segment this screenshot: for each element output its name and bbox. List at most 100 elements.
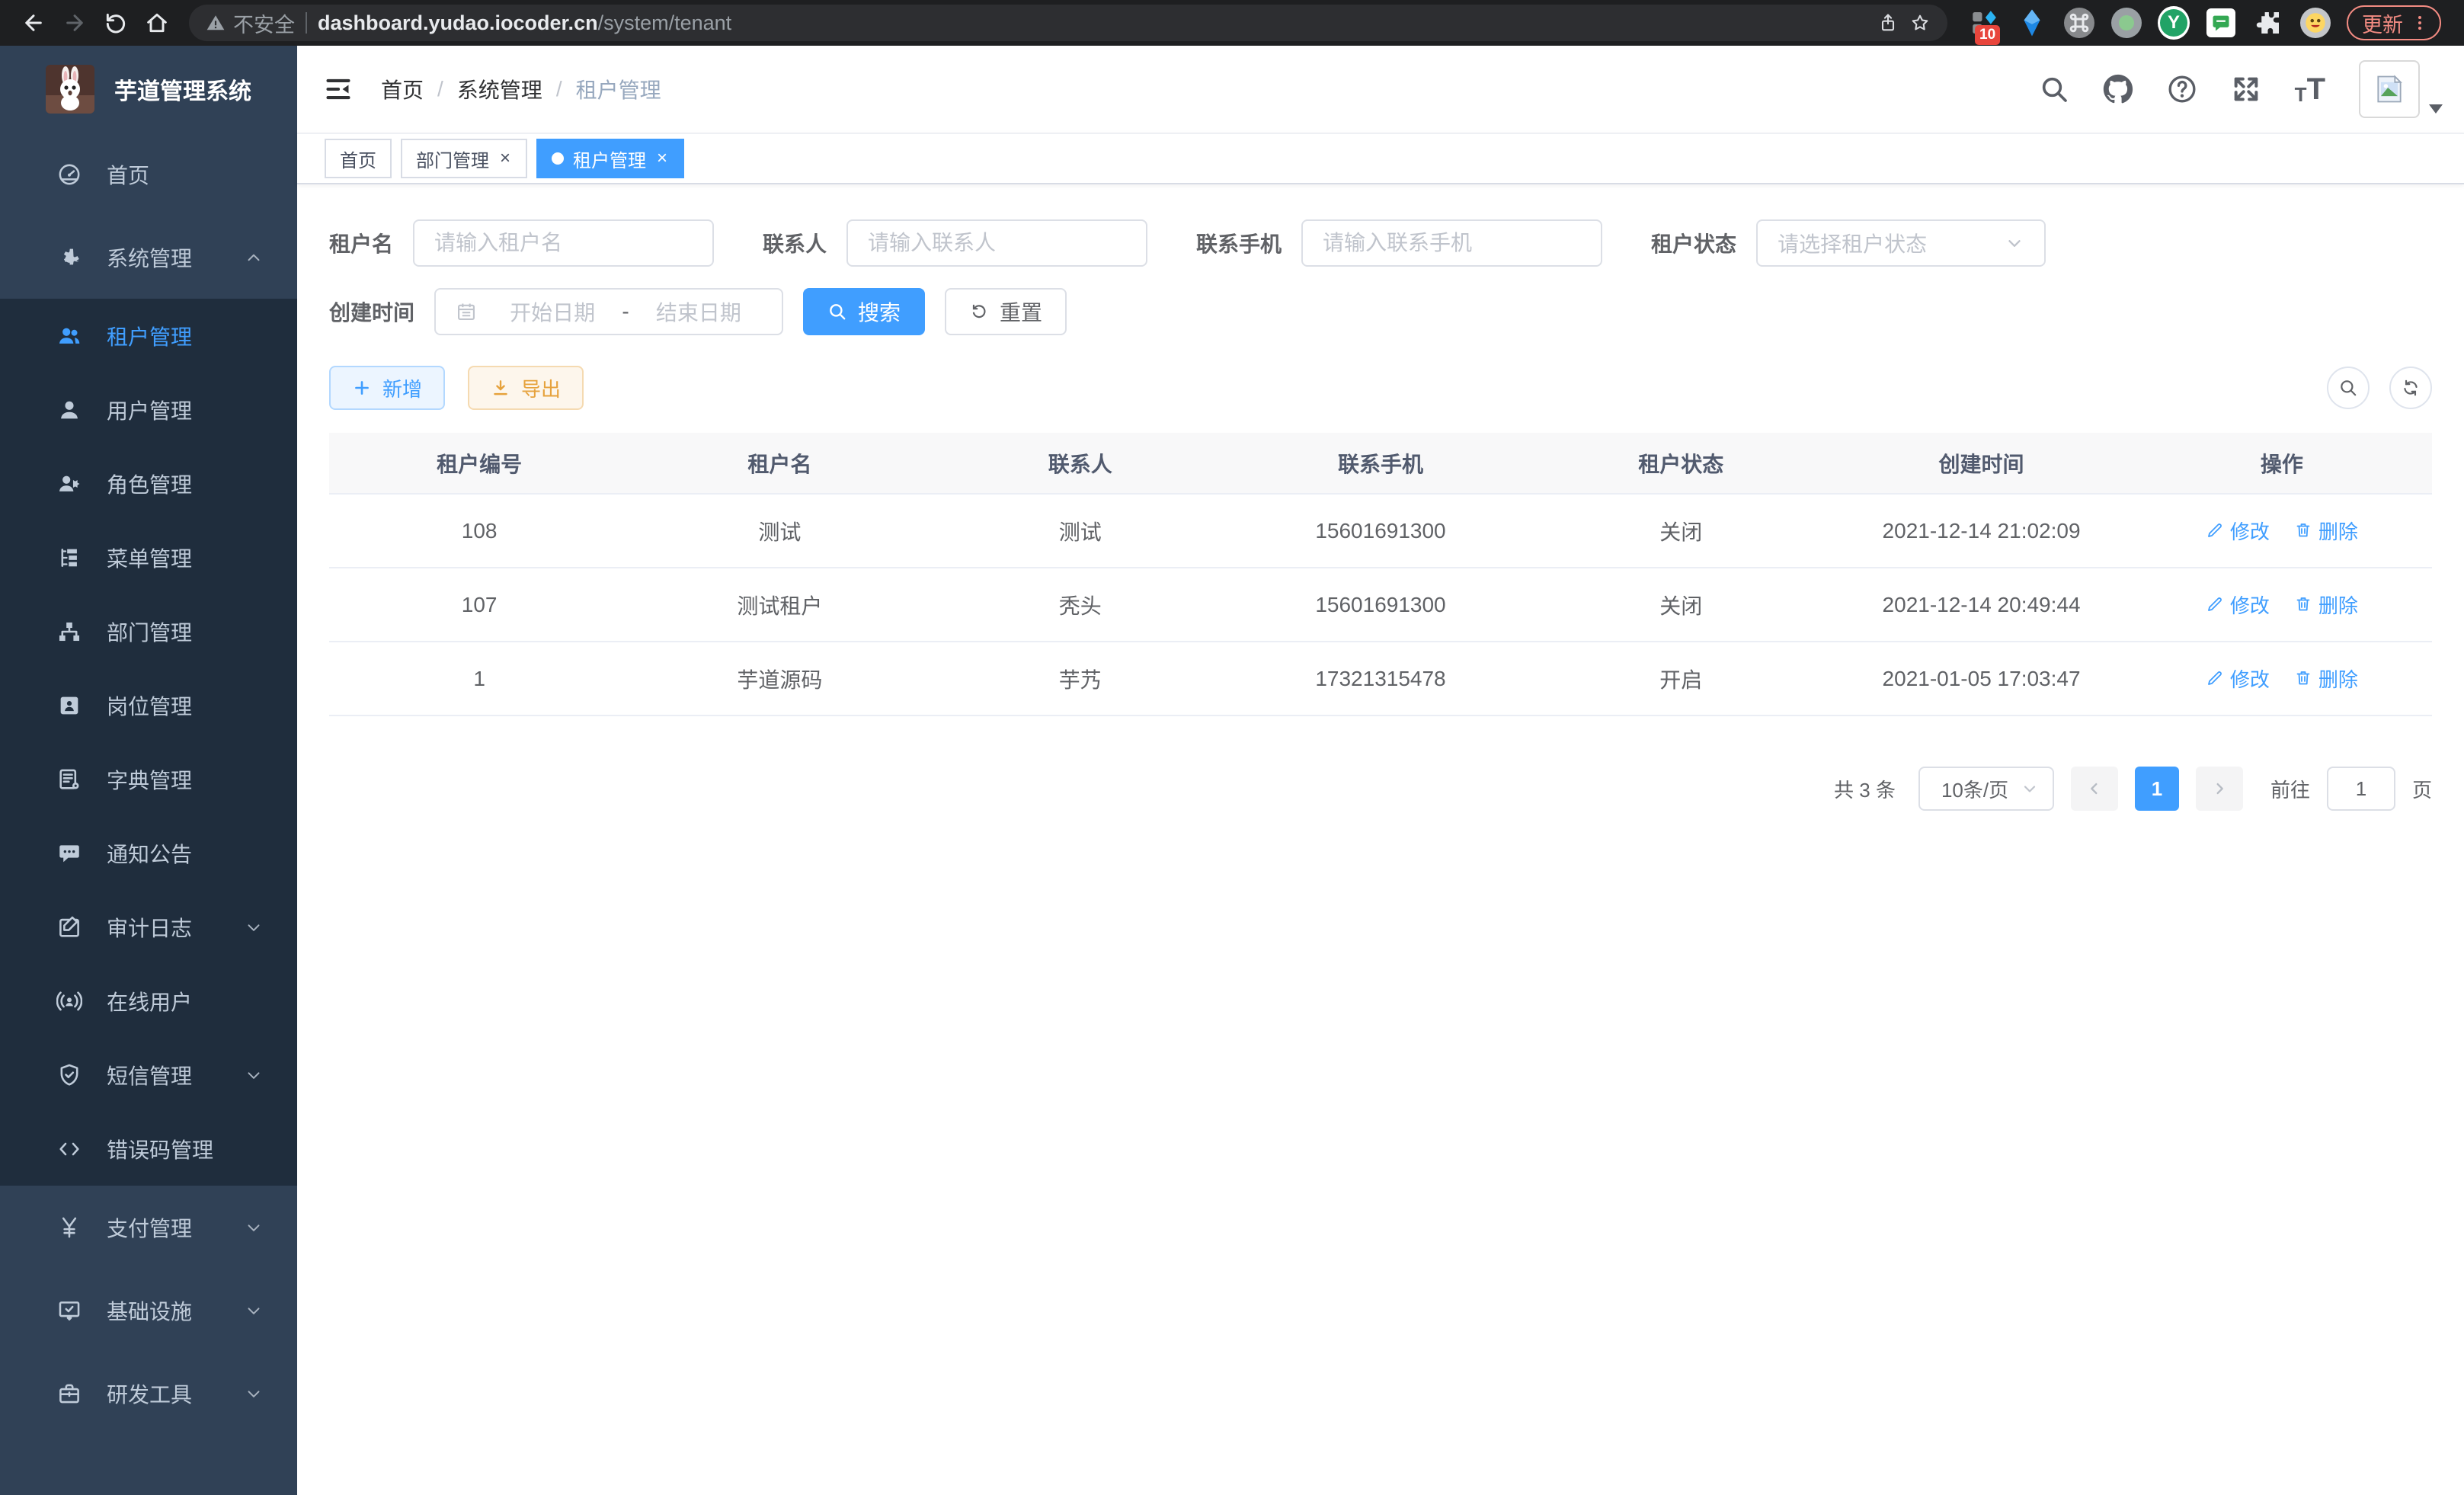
user-avatar[interactable] xyxy=(2359,60,2420,118)
green-y-icon[interactable]: Y xyxy=(2158,7,2190,39)
browser-reload-icon[interactable] xyxy=(99,6,133,40)
next-page-button[interactable] xyxy=(2196,767,2243,811)
sidebar-item-短信管理[interactable]: 短信管理 xyxy=(0,1038,297,1112)
app-logo-row[interactable]: 芋道管理系统 xyxy=(0,46,297,133)
edit-link[interactable]: 修改 xyxy=(2206,591,2270,619)
sidebar-item-角色管理[interactable]: 角色管理 xyxy=(0,447,297,520)
sidebar-item-菜单管理[interactable]: 菜单管理 xyxy=(0,520,297,594)
sidebar-item-基础设施[interactable]: 基础设施 xyxy=(0,1269,297,1352)
chevron-down-icon xyxy=(244,1301,264,1321)
sidebar-item-错误码管理[interactable]: 错误码管理 xyxy=(0,1112,297,1186)
address-bar[interactable]: 不安全 dashboard.yudao.iocoder.cn/system/te… xyxy=(189,5,1947,41)
page-url[interactable]: dashboard.yudao.iocoder.cn/system/tenant xyxy=(318,11,1867,35)
goto-label: 前往 xyxy=(2270,775,2310,803)
table-row: 107测试租户秃头15601691300关闭2021-12-14 20:49:4… xyxy=(329,568,2432,642)
puzzle-icon[interactable] xyxy=(2252,7,2284,39)
tenant-name-input[interactable] xyxy=(413,219,714,267)
font-size-icon[interactable]: TT xyxy=(2295,74,2325,104)
security-label[interactable]: 不安全 xyxy=(233,8,295,38)
blue-kite-icon[interactable] xyxy=(2016,7,2048,39)
log-icon xyxy=(56,914,82,940)
contact-input[interactable] xyxy=(846,219,1147,267)
bookmark-star-icon[interactable] xyxy=(1909,12,1931,34)
browser-back-icon[interactable] xyxy=(17,6,50,40)
reset-button[interactable]: 重置 xyxy=(945,288,1067,335)
breadcrumb-item[interactable]: 首页 xyxy=(381,74,424,104)
search-button[interactable]: 搜索 xyxy=(803,288,925,335)
prev-page-button[interactable] xyxy=(2071,767,2118,811)
cell-contact: 测试 xyxy=(930,494,1230,568)
collapse-sidebar-icon[interactable] xyxy=(322,72,355,106)
current-page[interactable]: 1 xyxy=(2135,767,2179,811)
cell-actions: 修改删除 xyxy=(2132,642,2432,715)
sidebar-item-label: 菜单管理 xyxy=(107,543,192,573)
page-content: 租户名 联系人 联系手机 租户状态 请选择租户状态 xyxy=(297,184,2464,1495)
avatar-dropdown-caret-icon[interactable] xyxy=(2429,104,2443,114)
sidebar-item-租户管理[interactable]: 租户管理 xyxy=(0,299,297,373)
sidebar-item-label: 支付管理 xyxy=(107,1212,192,1243)
breadcrumb-item[interactable]: 系统管理 xyxy=(457,74,542,104)
sidebar-item-通知公告[interactable]: 通知公告 xyxy=(0,816,297,890)
emoji-face-icon[interactable] xyxy=(2299,7,2331,39)
update-label: 更新 xyxy=(2362,8,2403,38)
edit-link[interactable]: 修改 xyxy=(2206,517,2270,545)
share-icon[interactable] xyxy=(1877,12,1899,34)
sidebar-item-部门管理[interactable]: 部门管理 xyxy=(0,594,297,668)
delete-link[interactable]: 删除 xyxy=(2294,664,2358,693)
help-icon[interactable] xyxy=(2167,74,2197,104)
sidebar-item-label: 部门管理 xyxy=(107,616,192,647)
sidebar-item-字典管理[interactable]: 字典管理 xyxy=(0,742,297,816)
search-icon[interactable] xyxy=(2039,74,2069,104)
mobile-input[interactable] xyxy=(1301,219,1602,267)
sidebar-item-研发工具[interactable]: 研发工具 xyxy=(0,1352,297,1435)
toggle-search-button[interactable] xyxy=(2327,367,2370,409)
github-icon[interactable] xyxy=(2103,74,2133,104)
date-range-picker[interactable]: 开始日期 - 结束日期 xyxy=(434,288,783,335)
close-tab-icon[interactable]: × xyxy=(498,149,512,168)
trash-icon xyxy=(2294,669,2312,687)
delete-link[interactable]: 删除 xyxy=(2294,591,2358,619)
not-secure-warning-icon[interactable]: 不安全 xyxy=(206,8,295,38)
close-tab-icon[interactable]: × xyxy=(655,149,669,168)
sidebar-item-审计日志[interactable]: 审计日志 xyxy=(0,890,297,964)
browser-forward-icon[interactable] xyxy=(58,6,91,40)
page-suffix: 页 xyxy=(2412,775,2432,803)
gray-green-dot-icon[interactable] xyxy=(2110,7,2142,39)
fullscreen-icon[interactable] xyxy=(2231,74,2261,104)
sidebar-item-系统管理[interactable]: 系统管理 xyxy=(0,216,297,299)
edit-link[interactable]: 修改 xyxy=(2206,664,2270,693)
contact-label: 联系人 xyxy=(763,228,827,258)
sidebar-item-label: 审计日志 xyxy=(107,912,192,943)
column-header: 操作 xyxy=(2132,433,2432,494)
browser-home-icon[interactable] xyxy=(140,6,174,40)
command-circle-icon[interactable] xyxy=(2063,7,2095,39)
browser-update-button[interactable]: 更新 xyxy=(2347,5,2441,40)
cell-created: 2021-12-14 20:49:44 xyxy=(1831,568,2131,642)
sidebar-item-在线用户[interactable]: 在线用户 xyxy=(0,964,297,1038)
tab-首页[interactable]: 首页 xyxy=(325,139,392,178)
sidebar-item-岗位管理[interactable]: 岗位管理 xyxy=(0,668,297,742)
sidebar-item-首页[interactable]: 首页 xyxy=(0,133,297,216)
role-icon xyxy=(56,471,82,497)
tab-部门管理[interactable]: 部门管理× xyxy=(401,139,527,178)
chevron-down-icon xyxy=(2021,780,2039,798)
goto-page-input[interactable] xyxy=(2327,767,2395,811)
green-chat-icon[interactable] xyxy=(2205,7,2237,39)
created-label: 创建时间 xyxy=(329,296,414,327)
cell-status: 关闭 xyxy=(1531,568,1831,642)
chevron-down-icon xyxy=(244,1384,264,1404)
refresh-table-button[interactable] xyxy=(2389,367,2432,409)
tab-租户管理[interactable]: 租户管理× xyxy=(536,139,684,178)
status-select[interactable]: 请选择租户状态 xyxy=(1756,219,2046,267)
start-date-placeholder[interactable]: 开始日期 xyxy=(489,296,616,327)
page-size-select[interactable]: 10条/页 xyxy=(1918,767,2054,811)
sidebar-item-用户管理[interactable]: 用户管理 xyxy=(0,373,297,447)
cell-name: 测试 xyxy=(629,494,930,568)
add-button[interactable]: 新增 xyxy=(329,366,445,410)
delete-link[interactable]: 删除 xyxy=(2294,517,2358,545)
end-date-placeholder[interactable]: 结束日期 xyxy=(635,296,762,327)
cell-mobile: 15601691300 xyxy=(1230,494,1531,568)
grid-blue-diamond-icon[interactable]: 10 xyxy=(1969,7,2001,39)
export-button[interactable]: 导出 xyxy=(468,366,584,410)
sidebar-item-支付管理[interactable]: 支付管理 xyxy=(0,1186,297,1269)
